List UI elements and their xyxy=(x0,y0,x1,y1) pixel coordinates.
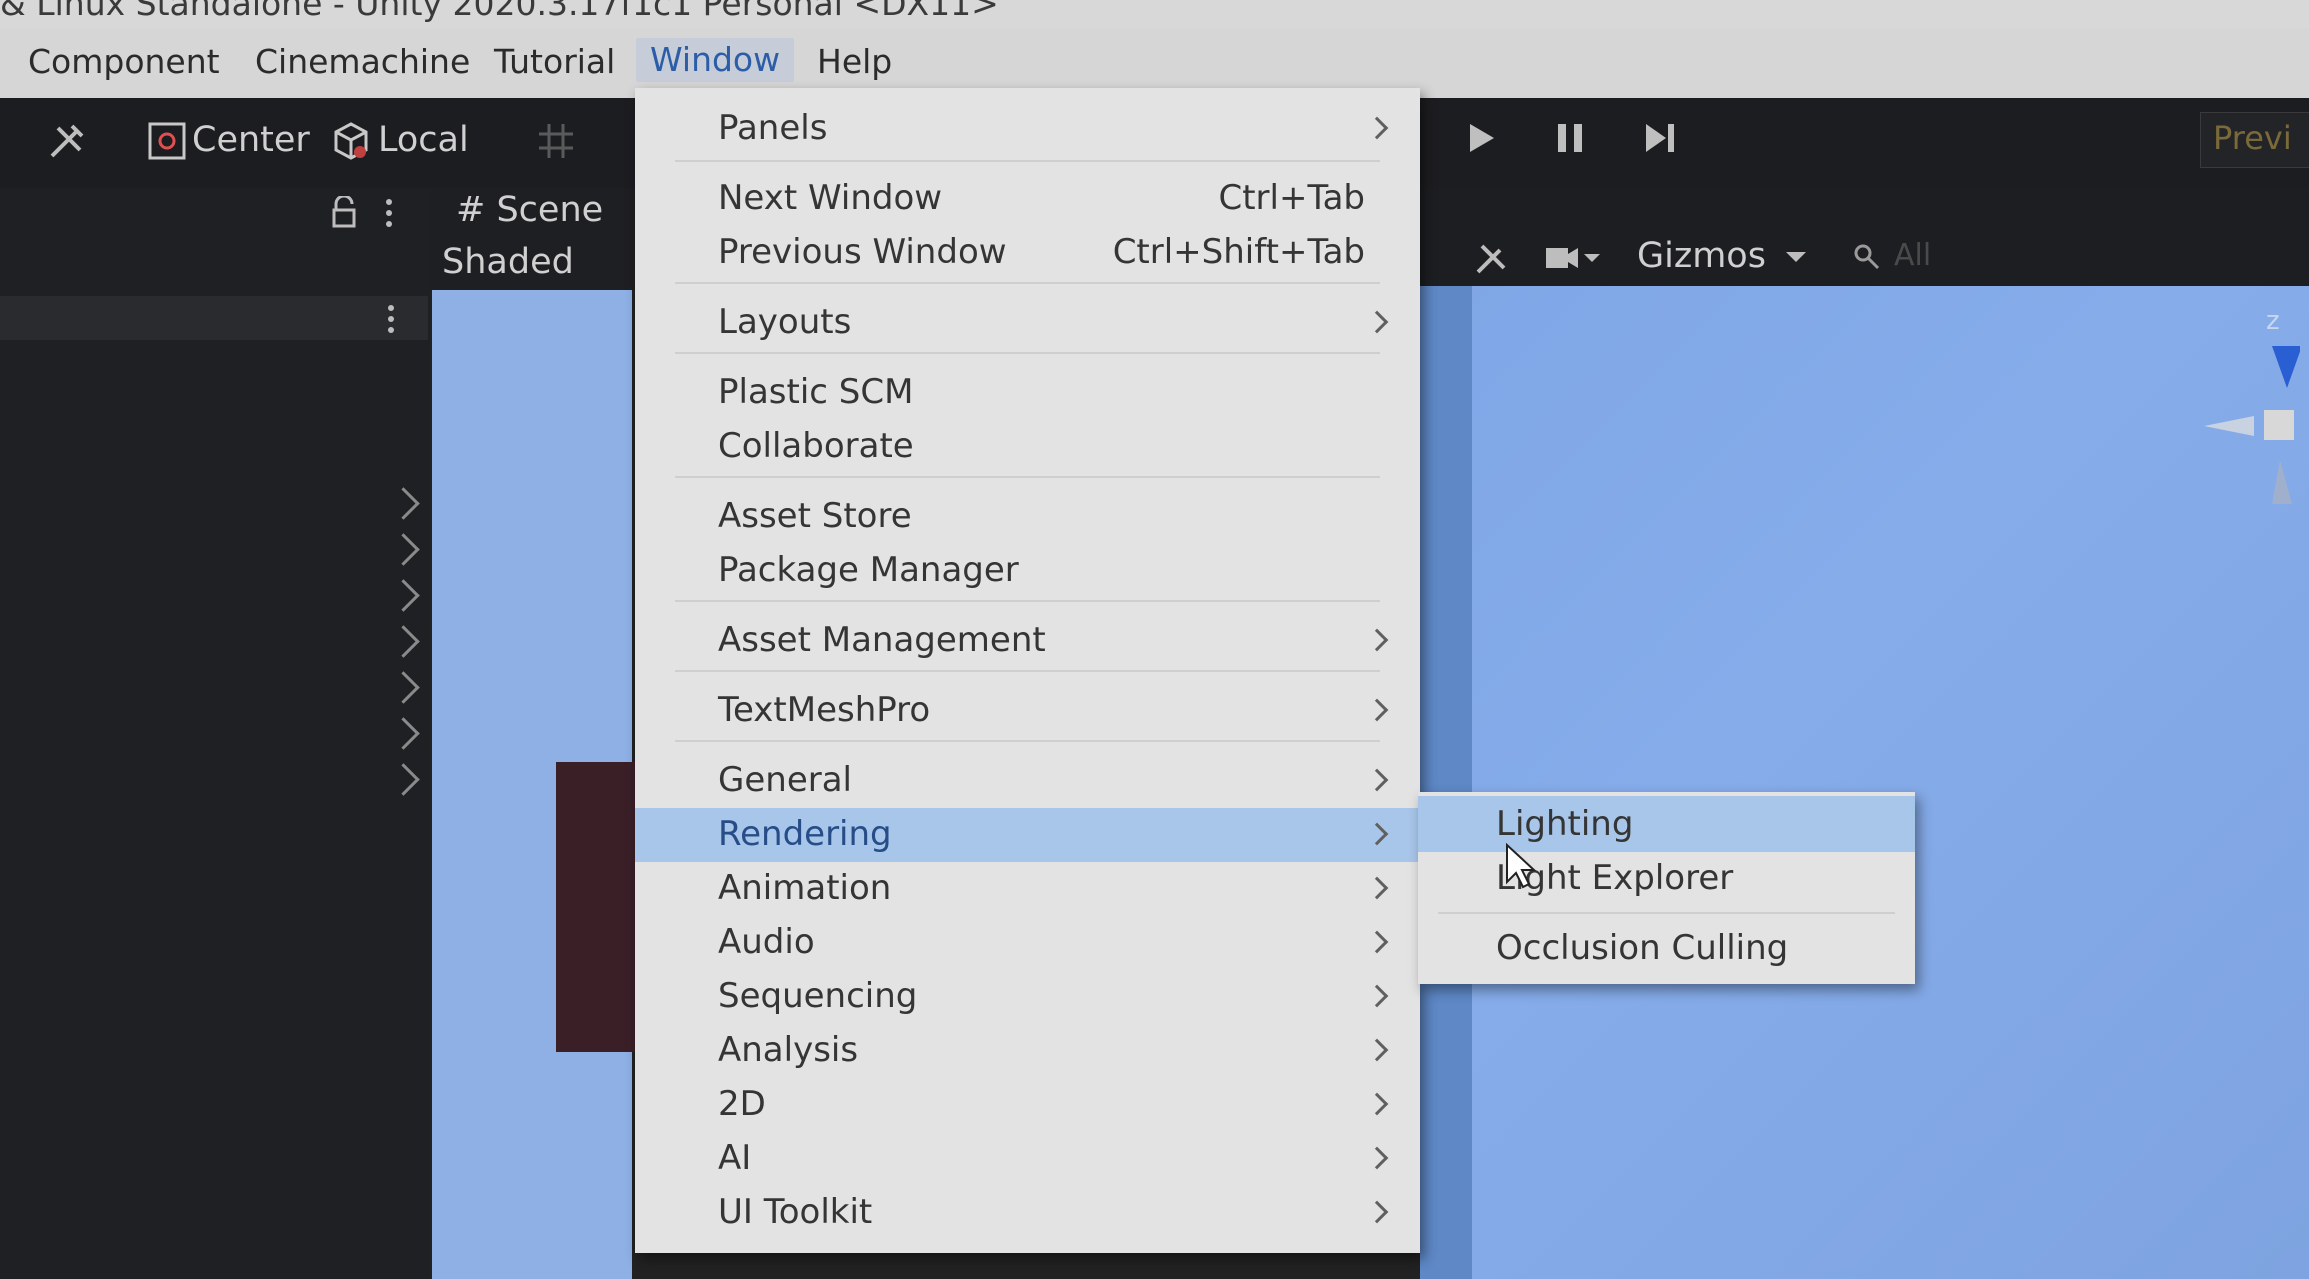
submenu-arrow-icon xyxy=(1365,1146,1389,1170)
menu-item-sequencing[interactable]: Sequencing xyxy=(635,970,1420,1024)
pivot-center-icon[interactable] xyxy=(146,120,188,162)
submenu-arrow-icon xyxy=(1365,876,1389,900)
pivot-center-button[interactable]: Center xyxy=(192,120,310,160)
play-icon[interactable] xyxy=(1460,118,1500,158)
local-space-icon[interactable] xyxy=(330,120,372,162)
shortcut-label: Ctrl+Tab xyxy=(1218,178,1365,218)
submenu-item-lighting[interactable]: Lighting xyxy=(1418,796,1915,852)
tools-icon[interactable] xyxy=(46,120,88,162)
menu-item-asset-store[interactable]: Asset Store xyxy=(635,490,1420,544)
submenu-arrow-icon xyxy=(1365,1200,1389,1224)
mouse-cursor-icon xyxy=(1506,842,1537,889)
chevron-down-icon[interactable] xyxy=(1784,248,1808,268)
preview-label: Previ xyxy=(2213,119,2292,157)
menu-separator xyxy=(675,160,1380,162)
menu-item-package-manager[interactable]: Package Manager xyxy=(635,544,1420,598)
submenu-item-occlusion-culling[interactable]: Occlusion Culling xyxy=(1418,920,1915,976)
submenu-item-light-explorer[interactable]: Light Explorer xyxy=(1418,850,1915,906)
menu-item-layouts[interactable]: Layouts xyxy=(635,296,1420,350)
submenu-arrow-icon xyxy=(1365,822,1389,846)
menu-item-panels[interactable]: Panels xyxy=(635,102,1420,156)
menu-separator xyxy=(675,352,1380,354)
lock-icon[interactable] xyxy=(330,196,358,230)
submenu-arrow-icon xyxy=(1365,930,1389,954)
pause-icon[interactable] xyxy=(1550,118,1590,158)
submenu-arrow-icon xyxy=(1365,1092,1389,1116)
local-space-button[interactable]: Local xyxy=(378,120,469,160)
menu-item-analysis[interactable]: Analysis xyxy=(635,1024,1420,1078)
scene-viewport-edge xyxy=(1420,286,1472,1279)
title-bar: & Linux Standalone - Unity 2020.3.17f1c1… xyxy=(0,0,2309,28)
search-icon[interactable] xyxy=(1852,242,1882,272)
menu-window[interactable]: Window xyxy=(636,38,795,82)
window-menu-dropdown: Panels Next Window Ctrl+Tab Previous Win… xyxy=(635,88,1420,1253)
menu-separator xyxy=(675,670,1380,672)
menu-item-next-window[interactable]: Next Window Ctrl+Tab xyxy=(635,172,1420,226)
submenu-arrow-icon xyxy=(1365,628,1389,652)
camera-icon[interactable] xyxy=(1542,240,1602,276)
submenu-arrow-icon xyxy=(1365,698,1389,722)
menu-item-audio[interactable]: Audio xyxy=(635,916,1420,970)
shortcut-label: Ctrl+Shift+Tab xyxy=(1112,232,1365,272)
submenu-arrow-icon xyxy=(1365,768,1389,792)
menu-item-previous-window[interactable]: Previous Window Ctrl+Shift+Tab xyxy=(635,226,1420,280)
menu-component[interactable]: Component xyxy=(28,42,220,82)
step-icon[interactable] xyxy=(1640,118,1680,158)
play-controls: Previ xyxy=(1420,98,2309,188)
gizmo-axis-label: z xyxy=(2266,306,2280,336)
submenu-arrow-icon xyxy=(1365,310,1389,334)
menu-item-textmeshpro[interactable]: TextMeshPro xyxy=(635,684,1420,738)
scene-toolbar: Gizmos All xyxy=(1420,188,2309,286)
menu-separator xyxy=(675,740,1380,742)
hierarchy-header-row[interactable] xyxy=(0,296,428,340)
orientation-gizmo-icon[interactable] xyxy=(2200,340,2300,510)
rendering-submenu: Lighting Light Explorer Occlusion Cullin… xyxy=(1418,792,1915,984)
menu-item-animation[interactable]: Animation xyxy=(635,862,1420,916)
menu-item-asset-management[interactable]: Asset Management xyxy=(635,614,1420,668)
menu-separator xyxy=(675,282,1380,284)
row-options-icon[interactable] xyxy=(384,302,398,336)
more-options-icon[interactable] xyxy=(382,196,396,230)
submenu-arrow-icon xyxy=(1365,1038,1389,1062)
scene-object xyxy=(556,762,636,1052)
menu-item-2d[interactable]: 2D xyxy=(635,1078,1420,1132)
scene-tools-icon[interactable] xyxy=(1472,238,1512,278)
scene-search-filter[interactable]: All xyxy=(1894,236,1931,276)
submenu-arrow-icon xyxy=(1365,984,1389,1008)
shading-mode-dropdown[interactable]: Shaded xyxy=(442,240,574,284)
menu-item-general[interactable]: General xyxy=(635,754,1420,808)
menu-separator xyxy=(1438,912,1895,914)
gizmos-dropdown[interactable]: Gizmos xyxy=(1637,234,1766,278)
menu-item-rendering[interactable]: Rendering xyxy=(635,808,1420,862)
menu-item-collaborate[interactable]: Collaborate xyxy=(635,420,1420,474)
menu-separator xyxy=(675,600,1380,602)
menu-tutorial[interactable]: Tutorial xyxy=(494,42,615,82)
grid-snap-icon[interactable] xyxy=(535,120,577,162)
window-title: & Linux Standalone - Unity 2020.3.17f1c1… xyxy=(0,0,999,23)
menu-item-plastic-scm[interactable]: Plastic SCM xyxy=(635,366,1420,420)
menu-item-ui-toolkit[interactable]: UI Toolkit xyxy=(635,1186,1420,1240)
menu-help[interactable]: Help xyxy=(817,42,892,82)
preview-box[interactable]: Previ xyxy=(2200,112,2309,168)
menu-separator xyxy=(675,476,1380,478)
scene-tab[interactable]: # Scene xyxy=(456,188,603,232)
hierarchy-panel xyxy=(0,188,430,1279)
submenu-arrow-icon xyxy=(1365,116,1389,140)
menu-cinemachine[interactable]: Cinemachine xyxy=(255,42,470,82)
scene-viewport[interactable] xyxy=(1420,286,2309,1279)
menu-item-ai[interactable]: AI xyxy=(635,1132,1420,1186)
